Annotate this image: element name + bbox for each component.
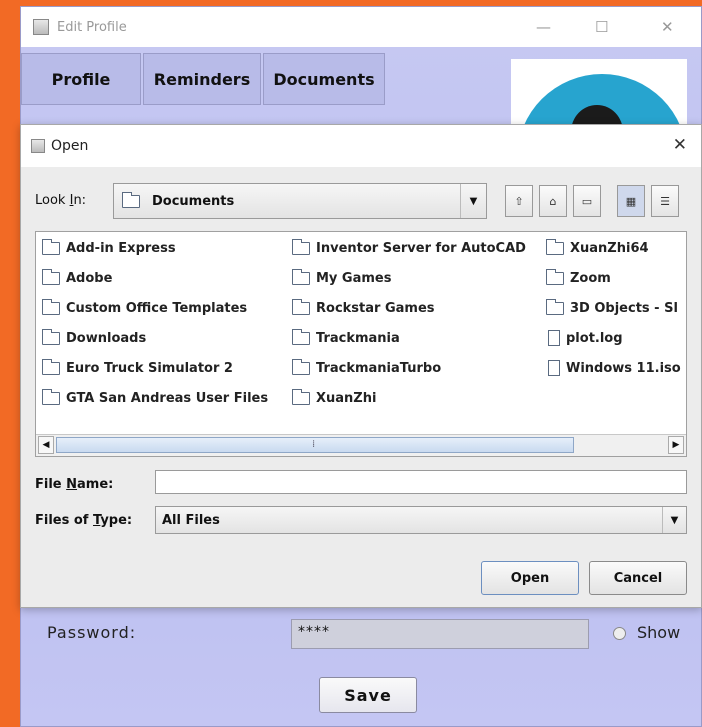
tab-reminders[interactable]: Reminders — [143, 53, 261, 105]
open-dialog-titlebar: Open ✕ — [21, 125, 701, 167]
grip-icon: ⁞ — [312, 439, 316, 450]
list-item[interactable]: Euro Truck Simulator 2 — [42, 358, 233, 378]
password-label: Password: — [47, 623, 137, 642]
chevron-down-icon[interactable]: ▼ — [662, 507, 686, 533]
scrollbar-thumb[interactable]: ⁞ — [56, 437, 574, 453]
look-in-value: Documents — [152, 193, 235, 209]
file-name-label: File Name: — [35, 477, 114, 492]
details-view-icon[interactable]: ☰ — [651, 185, 679, 217]
maximize-icon[interactable]: ☐ — [595, 18, 608, 36]
edit-profile-titlebar: Edit Profile — ☐ ✕ — [21, 7, 701, 47]
dialog-close-icon[interactable]: ✕ — [673, 135, 687, 155]
list-item[interactable]: Rockstar Games — [292, 298, 435, 318]
folder-icon — [546, 268, 564, 285]
folder-icon — [292, 268, 310, 285]
minimize-icon[interactable]: — — [536, 18, 551, 36]
list-item[interactable]: Inventor Server for AutoCAD — [292, 238, 526, 258]
file-icon — [548, 330, 560, 346]
folder-icon — [122, 191, 140, 208]
files-of-type-label: Files of Type: — [35, 513, 133, 528]
look-in-combo[interactable]: Documents ▼ — [113, 183, 487, 219]
up-folder-icon[interactable]: ⇧ — [505, 185, 533, 217]
list-item[interactable]: XuanZhi64 — [546, 238, 649, 258]
new-folder-icon[interactable]: ▭ — [573, 185, 601, 217]
list-item[interactable]: Trackmania — [292, 328, 400, 348]
folder-icon — [292, 238, 310, 255]
list-item[interactable]: GTA San Andreas User Files — [42, 388, 268, 408]
tab-profile[interactable]: Profile — [21, 53, 141, 105]
edit-profile-title: Edit Profile — [57, 19, 127, 35]
folder-icon — [292, 328, 310, 345]
open-dialog: Open ✕ Look In: Documents ▼ ⇧ ⌂ ▭ ▦ ☰ Ad… — [20, 124, 702, 608]
home-icon[interactable]: ⌂ — [539, 185, 567, 217]
files-of-type-combo[interactable]: All Files ▼ — [155, 506, 687, 534]
folder-icon — [546, 238, 564, 255]
list-item[interactable]: XuanZhi — [292, 388, 376, 408]
folder-icon — [292, 388, 310, 405]
file-list[interactable]: Add-in Express Adobe Custom Office Templ… — [35, 231, 687, 457]
folder-icon — [42, 268, 60, 285]
folder-icon — [42, 388, 60, 405]
save-button[interactable]: Save — [319, 677, 417, 713]
java-app-icon — [31, 139, 45, 153]
folder-icon — [546, 298, 564, 315]
list-item[interactable]: plot.log — [548, 328, 623, 348]
file-name-field[interactable] — [155, 470, 687, 494]
scroll-right-icon[interactable]: ▶ — [668, 436, 684, 454]
folder-icon — [42, 298, 60, 315]
horizontal-scrollbar[interactable]: ◀ ⁞ ▶ — [36, 434, 686, 456]
folder-icon — [292, 358, 310, 375]
list-item[interactable]: My Games — [292, 268, 391, 288]
java-app-icon — [33, 19, 49, 35]
close-icon[interactable]: ✕ — [661, 18, 674, 36]
list-item[interactable]: Adobe — [42, 268, 112, 288]
list-item[interactable]: Windows 11.iso — [548, 358, 681, 378]
look-in-label: Look In: — [35, 193, 87, 208]
show-password-radio[interactable] — [613, 627, 626, 640]
files-of-type-value: All Files — [162, 512, 220, 528]
list-item[interactable]: Downloads — [42, 328, 146, 348]
cancel-button[interactable]: Cancel — [589, 561, 687, 595]
folder-icon — [42, 238, 60, 255]
folder-icon — [292, 298, 310, 315]
open-button[interactable]: Open — [481, 561, 579, 595]
password-field[interactable]: **** — [291, 619, 589, 649]
list-view-icon[interactable]: ▦ — [617, 185, 645, 217]
list-item[interactable]: TrackmaniaTurbo — [292, 358, 441, 378]
chevron-down-icon[interactable]: ▼ — [460, 184, 486, 218]
show-password-label[interactable]: Show — [637, 623, 680, 642]
file-icon — [548, 360, 560, 376]
scroll-left-icon[interactable]: ◀ — [38, 436, 54, 454]
list-item[interactable]: Add-in Express — [42, 238, 176, 258]
open-dialog-title: Open — [51, 138, 89, 154]
folder-icon — [42, 358, 60, 375]
folder-icon — [42, 328, 60, 345]
list-item[interactable]: Zoom — [546, 268, 611, 288]
list-item[interactable]: 3D Objects - Sl — [546, 298, 678, 318]
tab-documents[interactable]: Documents — [263, 53, 385, 105]
list-item[interactable]: Custom Office Templates — [42, 298, 247, 318]
